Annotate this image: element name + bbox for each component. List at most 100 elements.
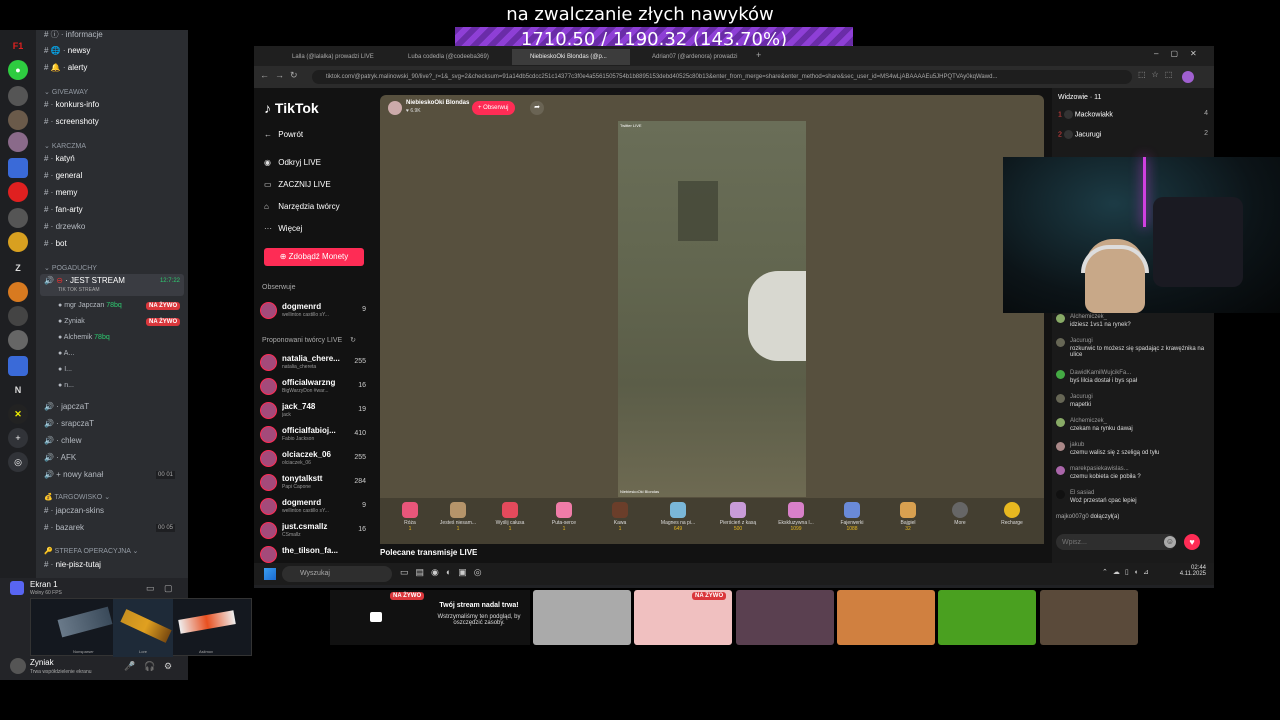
gift-item[interactable]: Jesteś niesam... 1 xyxy=(434,502,482,532)
gift-item[interactable]: Wyślij całusa 1 xyxy=(486,502,534,532)
stream-tile[interactable] xyxy=(533,590,631,645)
add-server-icon[interactable]: + xyxy=(8,428,28,448)
nav-odkryj-live[interactable]: ◉ Odkryj LIVE xyxy=(264,158,321,167)
gift-item[interactable]: More xyxy=(936,502,984,526)
stream-tile[interactable] xyxy=(1040,590,1138,645)
server-avatar-icon[interactable] xyxy=(8,86,28,106)
voice-channel-afk[interactable]: 🔊 · AFK xyxy=(44,451,76,465)
stop-share-icon[interactable]: ▭ xyxy=(146,583,155,594)
browser-tab[interactable]: Adrian07 (@ardenora) prowadzi xyxy=(634,49,752,65)
server-avatar-icon[interactable] xyxy=(8,132,28,152)
suggested-item[interactable]: tonytalkstt Papi Capone 284 xyxy=(260,472,372,494)
server-avatar-icon[interactable] xyxy=(8,306,28,326)
suggested-item[interactable]: just.csmallz CSmallz 16 xyxy=(260,520,372,542)
avatar[interactable] xyxy=(10,658,26,674)
voice-user[interactable]: ● n... xyxy=(58,382,74,389)
gift-item[interactable]: Pierścień z kasą 500 xyxy=(714,502,762,532)
following-item[interactable]: dogmenrd wellinton castillo sY... 9 xyxy=(260,300,372,322)
server-avatar-icon[interactable] xyxy=(8,110,28,130)
server-n-icon[interactable]: N xyxy=(8,380,28,400)
server-avatar-icon[interactable] xyxy=(8,330,28,350)
gift-item[interactable]: Fajerwerki 1088 xyxy=(828,502,876,532)
server-x-icon[interactable]: ✕ xyxy=(8,404,28,424)
server-avatar-icon[interactable] xyxy=(8,208,28,228)
voice-user[interactable]: ● mgr Japczan 78bq xyxy=(58,302,122,309)
nav-wiecej[interactable]: ··· Więcej xyxy=(264,224,302,233)
folder-icon[interactable] xyxy=(8,356,28,376)
nav-powrot[interactable]: ← Powrót xyxy=(264,130,303,139)
channel-general[interactable]: # · general xyxy=(44,169,82,183)
gift-item[interactable]: Puta-serce 1 xyxy=(540,502,588,532)
nav-narzedzia[interactable]: ⌂ Narzędzia twórcy xyxy=(264,202,340,211)
voice-channel-live[interactable]: 🔊 ⊖ · JEST STREAM TIK TOK STREAM 12:7:22 xyxy=(40,274,184,296)
channel-fan-arty[interactable]: # · fan-arty xyxy=(44,203,83,217)
server-stack-icon[interactable] xyxy=(8,232,28,252)
stream-tile[interactable] xyxy=(736,590,834,645)
chat-input[interactable] xyxy=(1056,534,1176,550)
viewer-row[interactable]: 2 Jacurugi 2 xyxy=(1058,130,1208,139)
windows-start-icon[interactable] xyxy=(264,568,276,580)
channel-katyn[interactable]: # · katyń xyxy=(44,152,75,166)
server-z-icon[interactable]: Z xyxy=(8,258,28,278)
avatar[interactable] xyxy=(388,101,402,115)
mic-icon[interactable]: 🎤 xyxy=(124,661,135,672)
stream-paused-tile[interactable]: NA ŻYWO Twój stream nadal trwa! Wstrzyma… xyxy=(330,590,530,645)
suggested-item[interactable]: officialfabioj... Fabio Jackson 410 xyxy=(260,424,372,446)
toolbar-icons[interactable]: ⬚☆⬚ xyxy=(1138,70,1178,79)
browser-tab[interactable]: Lalla (@lalalka) prowadzi LIVE xyxy=(274,49,386,65)
explore-icon[interactable]: ◎ xyxy=(8,452,28,472)
stream-tile[interactable] xyxy=(938,590,1036,645)
heart-icon[interactable]: ♥ xyxy=(1184,534,1200,550)
gear-icon[interactable]: ⚙ xyxy=(164,661,172,672)
server-green-icon[interactable]: ● xyxy=(8,60,28,80)
channel-konkurs-info[interactable]: # · konkurs-info xyxy=(44,98,99,112)
follow-button[interactable]: + Obserwuj xyxy=(472,101,515,115)
voice-user[interactable]: ● Zyniak xyxy=(58,318,85,325)
voice-channel-srapczat[interactable]: 🔊 · srapczaT xyxy=(44,417,94,431)
channel-informacje[interactable]: # ⓘ · informacje xyxy=(44,28,103,42)
stream-tile[interactable] xyxy=(837,590,935,645)
new-tab-icon[interactable]: + xyxy=(756,50,761,60)
gift-item[interactable]: Magnes na pi... 649 xyxy=(654,502,702,532)
channel-screenshoty[interactable]: # · screenshoty xyxy=(44,115,99,129)
gift-item[interactable]: Ekskluzywna l... 1099 xyxy=(772,502,820,532)
profile-avatar[interactable] xyxy=(1182,71,1194,83)
category-giveaway[interactable]: ⌄ GIVEAWAY xyxy=(44,88,88,96)
gift-item[interactable]: Bajgiel 32 xyxy=(884,502,932,532)
gift-item[interactable]: Recharge xyxy=(988,502,1036,526)
voice-channel-japczat[interactable]: 🔊 · japczaT xyxy=(44,400,89,414)
voice-channel-nowy[interactable]: 🔊 + nowy kanał xyxy=(44,468,103,482)
folder-icon[interactable] xyxy=(8,158,28,178)
browser-tab-active[interactable]: NiebieskoOki Blondas (@p... xyxy=(512,49,630,65)
channel-bot[interactable]: # · bot xyxy=(44,237,67,251)
nav-arrows-icon[interactable]: ←→↻ xyxy=(260,70,304,81)
voice-user[interactable]: ● A... xyxy=(58,350,74,357)
gift-item[interactable]: Róża 1 xyxy=(386,502,434,532)
category-strefa[interactable]: 🔑 STREFA OPERACYJNA ⌄ xyxy=(44,547,138,555)
server-avatar-icon[interactable] xyxy=(8,282,28,302)
system-tray-icons[interactable]: ⌃☁▯◖⊿ xyxy=(1102,568,1154,576)
clock[interactable]: 02:44 4.11.2025 xyxy=(1176,565,1206,577)
channel-japczan-skins[interactable]: # · japczan-skins xyxy=(44,504,104,518)
viewer-row[interactable]: 1 Mackowiakk 4 xyxy=(1058,110,1208,119)
suggested-item[interactable]: jack_748 jack 19 xyxy=(260,400,372,422)
headphones-icon[interactable]: 🎧 xyxy=(144,661,155,672)
server-f1-icon[interactable]: F1 xyxy=(8,36,28,56)
tiktok-logo[interactable]: ♪ TikTok xyxy=(264,100,319,116)
category-targowisko[interactable]: 💰 TARGOWISKO ⌄ xyxy=(44,493,110,501)
nav-zacznij-live[interactable]: ▭ ZACZNIJ LIVE xyxy=(264,180,331,189)
emoji-icon[interactable]: ☺ xyxy=(1164,536,1176,548)
channel-drzewko[interactable]: # · drzewko xyxy=(44,220,85,234)
stream-tile[interactable]: NA ŻYWO xyxy=(634,590,732,645)
suggested-item[interactable]: olciaczek_06 olciaczek_06 255 xyxy=(260,448,372,470)
channel-nie-pisz-tutaj[interactable]: # · nie-pisz-tutaj xyxy=(44,558,101,572)
suggested-item[interactable]: officialwarzng BigWarzyDon #war... 16 xyxy=(260,376,372,398)
share-icon[interactable]: ➦ xyxy=(530,101,544,115)
channel-alerty[interactable]: # 🔔 · alerty xyxy=(44,61,87,75)
category-karczma[interactable]: ⌄ KARCZMA xyxy=(44,142,86,150)
url-input[interactable]: tiktok.com/@patryk.malinowski_90/live?_r… xyxy=(312,70,1132,84)
category-pogaduchy[interactable]: ⌄ POGADUCHY xyxy=(44,264,97,272)
window-controls[interactable]: –▢✕ xyxy=(1154,49,1209,58)
get-coins-button[interactable]: ⊕ Zdobądź Monety xyxy=(264,248,364,266)
host-name[interactable]: NiebieskoOki Blondas xyxy=(406,100,469,106)
